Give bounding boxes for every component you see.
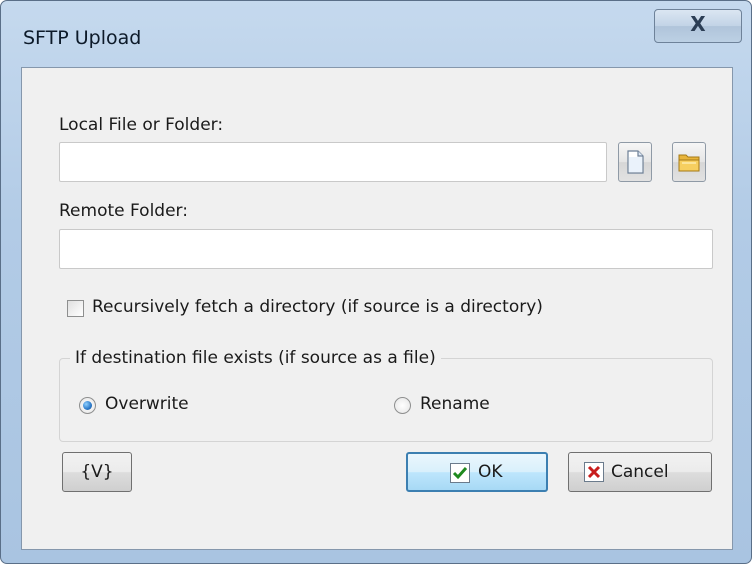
- variables-button[interactable]: {V}: [62, 452, 132, 492]
- recursive-checkbox[interactable]: [67, 300, 84, 317]
- browse-file-button[interactable]: [618, 142, 652, 182]
- cancel-button[interactable]: Cancel: [568, 452, 712, 492]
- local-file-input[interactable]: [59, 142, 607, 182]
- dialog-title: SFTP Upload: [23, 27, 142, 49]
- sftp-upload-dialog: SFTP Upload X Local File or Folder: Remo…: [0, 0, 752, 564]
- overwrite-label[interactable]: Overwrite: [105, 394, 189, 414]
- x-icon: [584, 462, 604, 482]
- local-file-label: Local File or Folder:: [59, 115, 224, 135]
- variables-button-label: {V}: [80, 462, 114, 482]
- check-icon: [450, 463, 470, 483]
- close-icon: X: [690, 12, 706, 36]
- overwrite-radio[interactable]: [79, 397, 96, 414]
- close-button[interactable]: X: [654, 9, 742, 43]
- file-icon: [627, 150, 644, 174]
- folder-icon: [678, 154, 700, 172]
- recursive-label[interactable]: Recursively fetch a directory (if source…: [92, 297, 543, 317]
- browse-folder-button[interactable]: [672, 142, 706, 182]
- rename-radio[interactable]: [394, 397, 411, 414]
- remote-folder-label: Remote Folder:: [59, 201, 188, 221]
- radio-selected-dot: [83, 401, 92, 410]
- ok-button-label: OK: [478, 462, 503, 482]
- rename-label[interactable]: Rename: [420, 394, 490, 414]
- ok-button[interactable]: OK: [406, 452, 548, 492]
- cancel-button-label: Cancel: [611, 462, 669, 482]
- file-exists-legend: If destination file exists (if source as…: [70, 348, 441, 368]
- remote-folder-input[interactable]: [59, 229, 713, 269]
- dialog-body: Local File or Folder: Remote Folder: Rec…: [21, 67, 733, 550]
